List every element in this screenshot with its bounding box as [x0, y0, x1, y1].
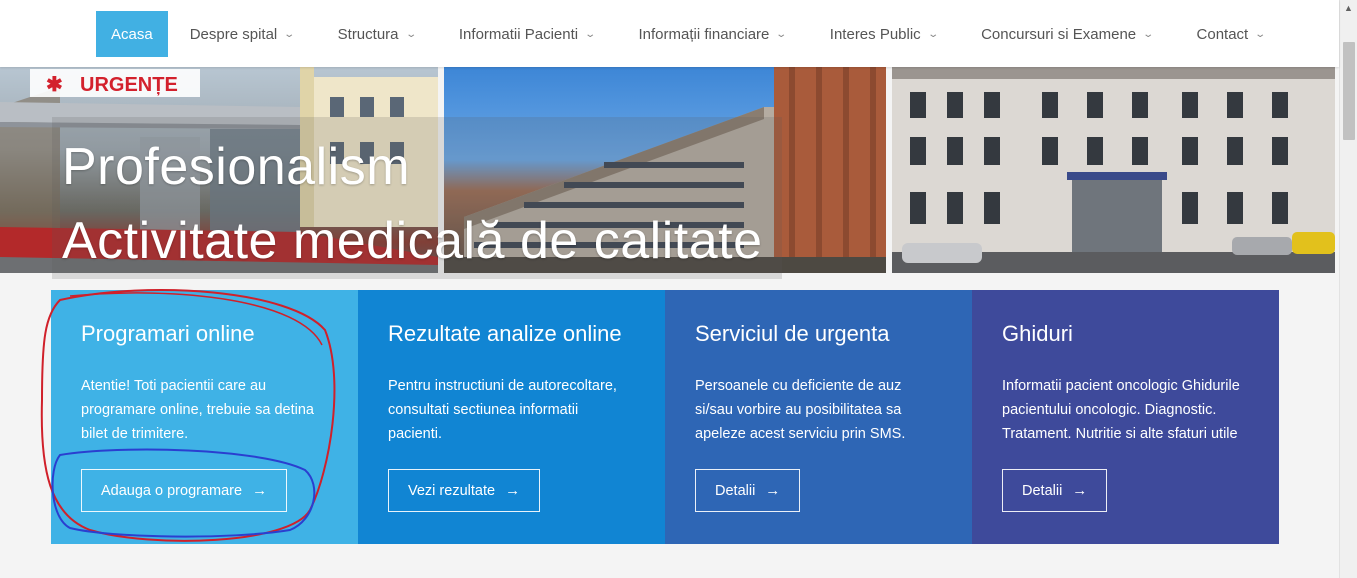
card-text: Pentru instructiuni de autorecoltare, co…: [388, 378, 617, 442]
button-label: Vezi rezultate: [408, 482, 496, 499]
nav-item-label: Interes Public: [829, 25, 921, 43]
card-text: Persoanele cu deficiente de auz si/sau v…: [695, 378, 906, 442]
card-text: Informatii pacient oncologic Ghidurile p…: [1002, 378, 1240, 442]
scroll-up-arrow-icon[interactable]: ▲: [1344, 3, 1353, 13]
main-menu: Acasa Despre spital ⌄ Structura ⌄ Inform…: [96, 11, 1287, 57]
arrow-right-icon: →: [505, 482, 521, 499]
nav-item-despre-spital[interactable]: Despre spital ⌄: [168, 11, 316, 57]
nav-item-structura[interactable]: Structura ⌄: [316, 11, 437, 57]
nav-item-label: Concursuri si Examene: [981, 25, 1137, 43]
chevron-down-icon: ⌄: [404, 28, 417, 40]
button-label: Adauga o programare: [101, 482, 243, 499]
nav-item-label: Acasa: [111, 25, 153, 43]
card-title: Serviciul de urgenta: [695, 321, 890, 346]
add-appointment-button[interactable]: Adauga o programare →: [81, 469, 288, 512]
chevron-down-icon: ⌄: [1254, 28, 1267, 40]
card-title: Ghiduri: [1002, 321, 1073, 346]
chevron-down-icon: ⌄: [927, 28, 939, 40]
arrow-right-icon: →: [765, 482, 781, 499]
hero-banner: ✱ URGENȚE Profesionalism Activitate medi…: [0, 67, 1339, 279]
hero-headline: Profesionalism: [62, 138, 411, 196]
nav-item-interes-public[interactable]: Interes Public ⌄: [808, 11, 959, 57]
nav-item-informatii-pacienti[interactable]: Informatii Pacienti ⌄: [437, 11, 617, 57]
view-results-button[interactable]: Vezi rezultate →: [388, 469, 541, 512]
emergency-details-button[interactable]: Detalii →: [695, 469, 801, 512]
nav-item-label: Despre spital: [189, 25, 278, 43]
urgente-sign-text: URGENȚE: [80, 74, 178, 96]
arrow-right-icon: →: [1072, 482, 1088, 499]
svg-text:✱: ✱: [46, 74, 63, 96]
card-ghiduri: Ghiduri Informatii pacient oncologic Ghi…: [972, 290, 1279, 544]
nav-item-label: Contact: [1196, 25, 1249, 43]
button-label: Detalii: [715, 482, 756, 499]
card-rezultate-analize: Rezultate analize online Pentru instruct…: [358, 290, 665, 544]
button-label: Detalii: [1022, 482, 1063, 499]
chevron-down-icon: ⌄: [775, 28, 788, 40]
guides-details-button[interactable]: Detalii →: [1002, 469, 1108, 512]
card-title: Rezultate analize online: [388, 321, 622, 346]
card-text: Atentie! Toti pacientii care au programa…: [81, 378, 314, 442]
nav-item-informatii-financiare[interactable]: Informații financiare ⌄: [617, 11, 808, 57]
chevron-down-icon: ⌄: [584, 28, 597, 40]
nav-item-label: Structura: [337, 25, 399, 43]
nav-item-acasa[interactable]: Acasa: [96, 11, 168, 57]
nav-item-contact[interactable]: Contact ⌄: [1175, 11, 1287, 57]
chevron-down-icon: ⌄: [1142, 28, 1155, 40]
nav-item-concursuri-examene[interactable]: Concursuri si Examene ⌄: [959, 11, 1174, 57]
scrollbar-thumb[interactable]: [1343, 42, 1355, 140]
feature-cards: Programari online Atentie! Toti pacienti…: [51, 290, 1279, 544]
nav-item-label: Informații financiare: [638, 25, 770, 43]
top-navbar: Acasa Despre spital ⌄ Structura ⌄ Inform…: [0, 0, 1339, 67]
card-title: Programari online: [81, 321, 255, 346]
chevron-down-icon: ⌄: [283, 28, 296, 40]
card-programari-online: Programari online Atentie! Toti pacienti…: [51, 290, 358, 544]
nav-item-label: Informatii Pacienti: [458, 25, 579, 43]
card-serviciul-urgenta: Serviciul de urgenta Persoanele cu defic…: [665, 290, 972, 544]
arrow-right-icon: →: [252, 482, 268, 499]
page-scrollbar[interactable]: ▲: [1339, 0, 1357, 578]
hospital-facade-photo: [892, 67, 1335, 273]
hero-subheadline: Activitate medicală de calitate: [62, 212, 763, 270]
